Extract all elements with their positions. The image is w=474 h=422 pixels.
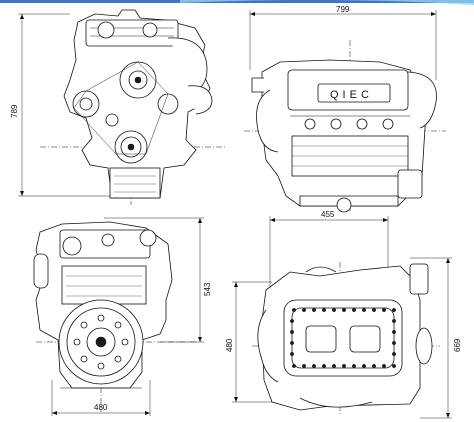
valve-cover-bolt bbox=[392, 352, 396, 356]
flywheel-bolt-hole bbox=[80, 355, 88, 363]
valve-cover-bolt bbox=[302, 364, 306, 368]
valve-cover-bolt bbox=[342, 364, 346, 368]
flywheel-bolt-hole bbox=[121, 338, 129, 346]
engine-drawing-sheet: 789 799 QIEC 543 480 455 480 669 bbox=[0, 0, 474, 419]
valve-cover-bolt bbox=[322, 364, 326, 368]
valve-cover-bolt bbox=[332, 308, 336, 312]
valve-cover-bolt bbox=[332, 364, 336, 368]
valve-cover-bolt bbox=[352, 364, 356, 368]
valve-cover-bolt bbox=[302, 308, 306, 312]
top-depth-dimension: 480 bbox=[225, 338, 234, 352]
valve-cover-bolt bbox=[290, 341, 294, 345]
valve-cover-bolt bbox=[392, 308, 396, 312]
valve-cover-bolt bbox=[392, 341, 396, 345]
valve-cover-bolt bbox=[382, 308, 386, 312]
flywheel-bolt-hole bbox=[97, 362, 105, 370]
side-view: 799 QIEC bbox=[244, 5, 446, 213]
valve-cover-bolt bbox=[290, 319, 294, 323]
valve-cover-bolt bbox=[372, 308, 376, 312]
valve-cover-bolt bbox=[382, 364, 386, 368]
top-view: 455 480 669 bbox=[225, 210, 462, 419]
front-height-dimension: 789 bbox=[10, 104, 19, 118]
valve-cover-bolt bbox=[362, 364, 366, 368]
valve-cover-bolt bbox=[292, 308, 296, 312]
flywheel-bolt-hole bbox=[80, 321, 88, 329]
top-overall-dimension: 669 bbox=[453, 338, 462, 352]
valve-cover-bolt bbox=[312, 308, 316, 312]
valve-cover-bolt bbox=[322, 308, 326, 312]
flywheel-bolt-hole bbox=[97, 314, 105, 322]
valve-cover-bolt bbox=[362, 308, 366, 312]
top-width-dimension: 455 bbox=[321, 210, 335, 219]
valve-cover-bolt bbox=[392, 364, 396, 368]
valve-cover-bolt bbox=[392, 319, 396, 323]
valve-cover-bolt bbox=[342, 308, 346, 312]
valve-cover-bolt bbox=[312, 364, 316, 368]
valve-cover-bolt bbox=[392, 330, 396, 334]
flywheel-bolt-hole bbox=[114, 355, 122, 363]
rear-width-dimension: 480 bbox=[94, 403, 108, 412]
engraved-logo-text: QIEC bbox=[330, 89, 373, 101]
valve-cover-bolt bbox=[372, 364, 376, 368]
valve-cover-bolt bbox=[290, 352, 294, 356]
valve-cover-bolt bbox=[352, 308, 356, 312]
flywheel-bolt-hole bbox=[114, 321, 122, 329]
header-bar bbox=[0, 0, 474, 5]
rear-height-dimension: 543 bbox=[203, 282, 212, 296]
front-view: 789 bbox=[10, 9, 225, 205]
rear-view: 543 480 bbox=[33, 217, 212, 416]
flywheel-bolt-hole bbox=[73, 338, 81, 346]
valve-cover-bolt bbox=[290, 330, 294, 334]
valve-cover-bolt bbox=[292, 364, 296, 368]
side-length-dimension: 799 bbox=[336, 5, 350, 14]
